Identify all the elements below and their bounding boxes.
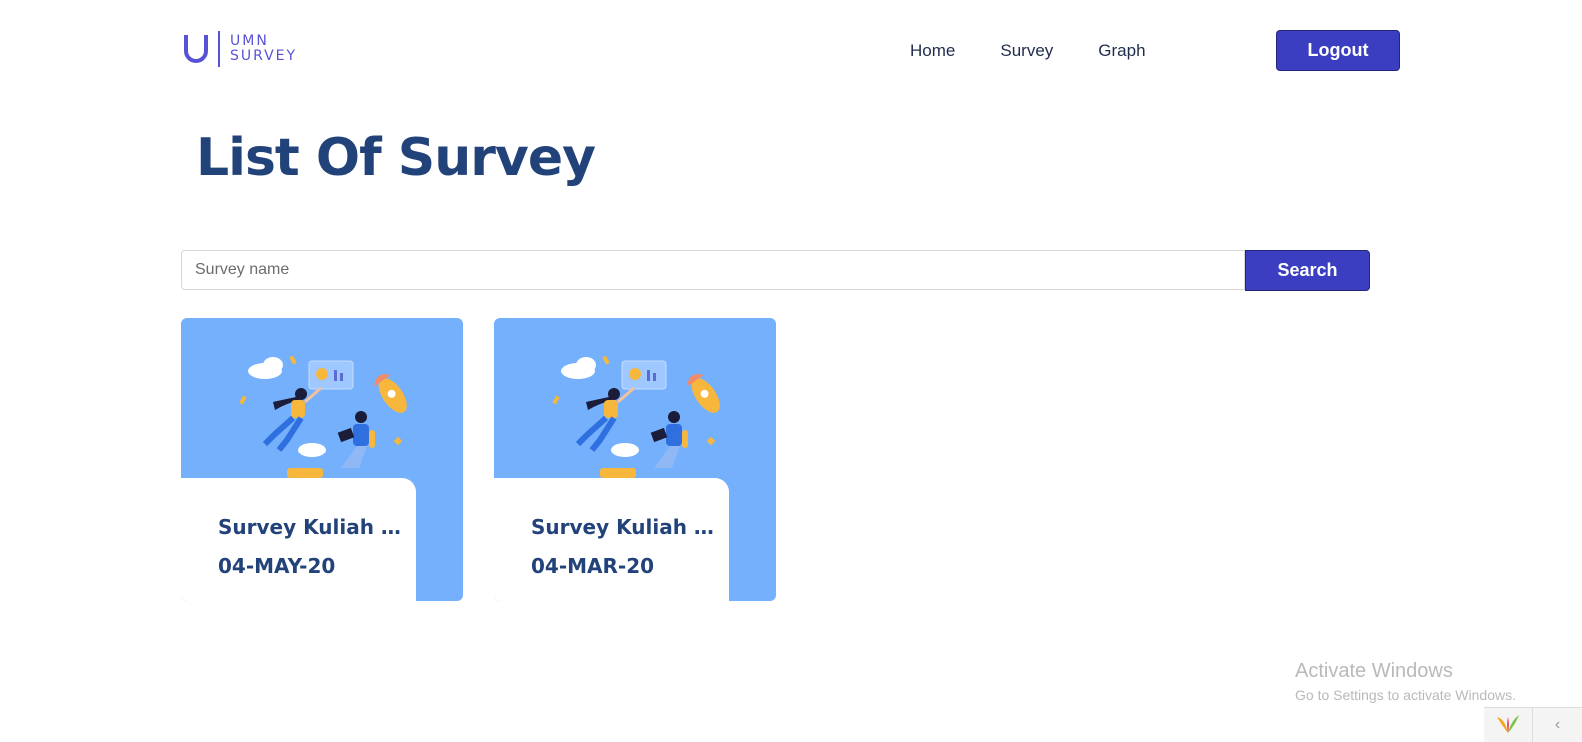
windows-activation-watermark: Activate Windows Go to Settings to activ… [1295,660,1516,703]
search-bar: Search [181,250,1370,291]
logo-u-icon [183,33,209,65]
logo-text: UMN SURVEY [230,34,297,64]
logo-line1: UMN [230,33,269,49]
logo-divider [218,31,220,67]
survey-illustration-image [239,355,407,478]
survey-illustration-image [552,355,720,478]
nav-survey-link[interactable]: Survey [1000,41,1053,61]
survey-card-title: Survey Kuliah A ... [218,515,408,539]
yii-logo-icon[interactable] [1484,708,1533,742]
survey-card[interactable]: Survey Kuliah A ... 04-MAR-20 [494,318,776,601]
watermark-title: Activate Windows [1295,660,1453,682]
search-input[interactable] [181,250,1245,290]
logout-button[interactable]: Logout [1276,30,1400,71]
watermark-subtitle: Go to Settings to activate Windows. [1295,687,1516,703]
system-tray: ‹ [1484,707,1582,742]
umn-survey-logo[interactable]: UMN SURVEY [183,31,297,67]
logo-line2: SURVEY [230,48,298,64]
page-title: List Of Survey [196,128,596,188]
search-button[interactable]: Search [1245,250,1370,291]
main-nav: Home Survey Graph [910,41,1191,61]
survey-card-date: 04-MAR-20 [531,554,655,578]
survey-card[interactable]: Survey Kuliah A ... 04-MAY-20 [181,318,463,601]
survey-card-title: Survey Kuliah A ... [531,515,721,539]
survey-card-info: Survey Kuliah A ... 04-MAR-20 [494,478,729,601]
chevron-left-icon[interactable]: ‹ [1533,708,1582,742]
survey-card-date: 04-MAY-20 [218,554,336,578]
survey-card-info: Survey Kuliah A ... 04-MAY-20 [181,478,416,601]
nav-home-link[interactable]: Home [910,41,955,61]
nav-graph-link[interactable]: Graph [1098,41,1145,61]
